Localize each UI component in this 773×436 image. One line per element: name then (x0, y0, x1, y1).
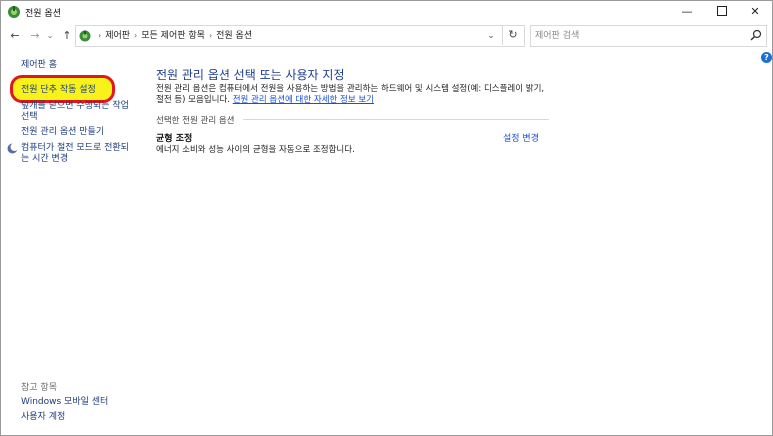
search-box[interactable] (530, 25, 767, 47)
power-options-window: 전원 옵션 — ✕ ← → ⌄ ↑ › 제어판 › 모든 제어판 항목 › 전원 옵션 ⌄… (0, 0, 773, 436)
sidebar-item-user-accounts[interactable]: 사용자 계정 (21, 412, 65, 423)
search-icon[interactable] (750, 29, 762, 41)
moon-icon (7, 143, 18, 154)
sidebar-item-lid-action[interactable]: 덮개를 닫으면 수행되는 작업 선택 (21, 101, 133, 123)
power-options-icon (8, 6, 20, 18)
breadcrumb-all-items[interactable]: 모든 제어판 항목 (141, 31, 205, 41)
forward-button[interactable]: → (27, 27, 43, 45)
sidebar-item-power-buttons[interactable]: 전원 단추 작동 설정 (21, 85, 96, 96)
breadcrumb-separator[interactable]: › (209, 31, 212, 40)
maximize-button[interactable] (705, 1, 739, 23)
section-divider (243, 119, 549, 120)
refresh-button[interactable]: ↻ (502, 25, 523, 45)
breadcrumb: › 제어판 › 모든 제어판 항목 › 전원 옵션 (94, 26, 252, 46)
minimize-button[interactable]: — (670, 1, 704, 23)
maximize-icon (717, 6, 727, 16)
sidebar-item-mobility-center[interactable]: Windows 모바일 센터 (21, 397, 108, 408)
up-button[interactable]: ↑ (59, 27, 75, 45)
address-bar[interactable]: › 제어판 › 모든 제어판 항목 › 전원 옵션 ⌄ (75, 25, 525, 47)
page-description: 전원 관리 옵션은 컴퓨터에서 전원을 사용하는 방법을 관리하는 하드웨어 및… (156, 84, 551, 106)
breadcrumb-power-options[interactable]: 전원 옵션 (216, 31, 252, 41)
learn-more-link[interactable]: 전원 관리 옵션에 대한 자세한 정보 보기 (233, 95, 374, 105)
breadcrumb-separator: › (98, 31, 102, 40)
control-panel-icon (79, 30, 91, 42)
recent-locations-button[interactable]: ⌄ (45, 27, 55, 45)
title-bar[interactable]: 전원 옵션 — ✕ (1, 1, 772, 23)
back-button[interactable]: ← (7, 27, 23, 45)
sidebar-item-sleep-time[interactable]: 컴퓨터가 절전 모드로 전환되는 시간 변경 (21, 143, 133, 165)
address-dropdown-button[interactable]: ⌄ (484, 26, 498, 46)
section-heading: 선택한 전원 관리 옵션 (156, 116, 235, 126)
close-button[interactable]: ✕ (738, 1, 772, 23)
window-title: 전원 옵션 (25, 9, 61, 19)
plan-description: 에너지 소비와 성능 사이의 균형을 자동으로 조정합니다. (156, 145, 355, 155)
breadcrumb-control-panel[interactable]: 제어판 (105, 31, 130, 41)
sidebar-item-control-panel-home[interactable]: 제어판 홈 (21, 60, 57, 71)
see-also-heading: 참고 항목 (21, 383, 57, 393)
change-plan-settings-link[interactable]: 설정 변경 (503, 131, 539, 144)
breadcrumb-separator[interactable]: › (134, 31, 137, 40)
page-title: 전원 관리 옵션 선택 또는 사용자 지정 (156, 68, 345, 82)
help-button[interactable]: ? (761, 52, 772, 63)
sidebar-item-create-plan[interactable]: 전원 관리 옵션 만들기 (21, 127, 104, 138)
search-input[interactable] (535, 27, 740, 44)
